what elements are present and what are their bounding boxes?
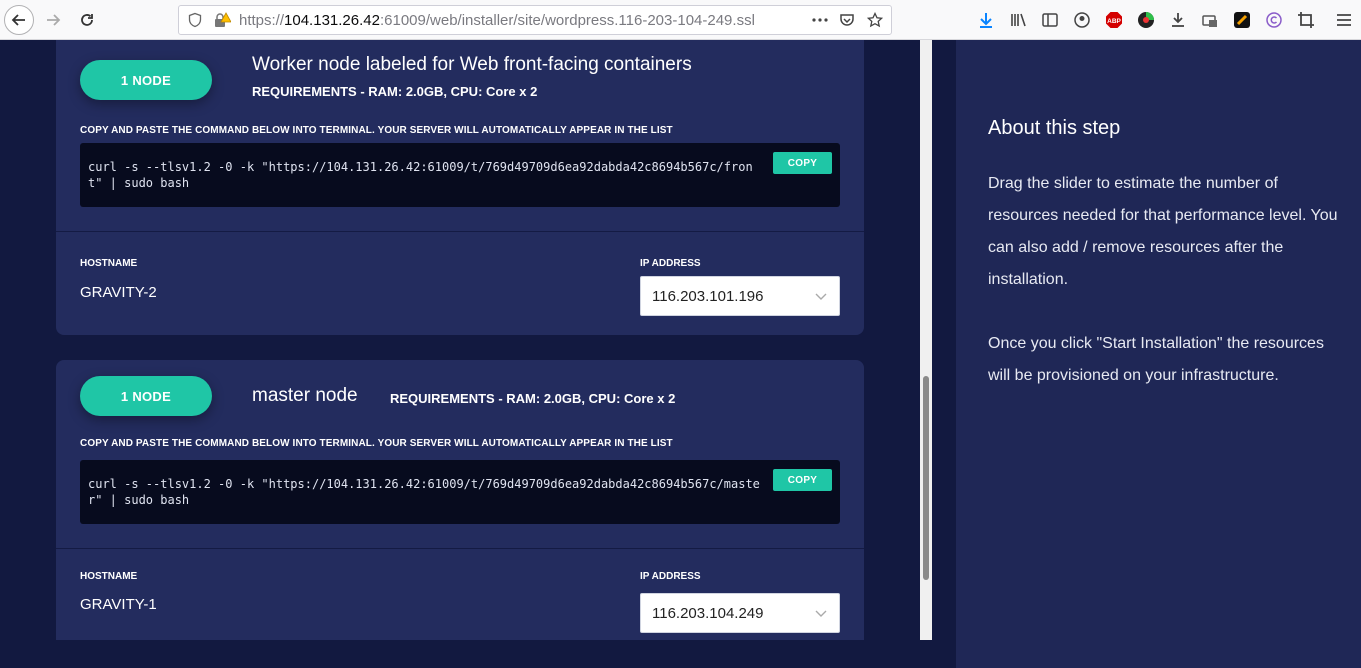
url-bar[interactable]: https://104.131.26.42:61009/web/installe… — [178, 5, 892, 35]
account-icon[interactable] — [1072, 10, 1092, 30]
copyright-icon[interactable] — [1264, 10, 1284, 30]
command-box: curl -s --tlsv1.2 -0 -k "https://104.131… — [80, 143, 840, 207]
downloads-icon[interactable] — [976, 10, 996, 30]
hostname-label: HOSTNAME — [80, 571, 138, 582]
ip-address-value: 116.203.101.196 — [652, 288, 764, 305]
divider — [56, 231, 864, 232]
sidebar-icon[interactable] — [1040, 10, 1060, 30]
hostname-label: HOSTNAME — [80, 258, 138, 269]
ip-address-value: 116.203.104.249 — [652, 605, 764, 622]
hostname-value: GRAVITY-1 — [80, 596, 157, 613]
screenshot-icon[interactable] — [1200, 10, 1220, 30]
forward-arrow-icon — [47, 14, 61, 26]
chevron-down-icon — [815, 293, 827, 300]
command-text[interactable]: curl -s --tlsv1.2 -0 -k "https://104.131… — [88, 476, 760, 508]
scrollbar[interactable] — [920, 40, 932, 640]
hostname-value: GRAVITY-2 — [80, 284, 157, 301]
menu-icon[interactable] — [1334, 10, 1354, 30]
url-text[interactable]: https://104.131.26.42:61009/web/installe… — [239, 12, 775, 30]
adblock-icon[interactable]: ABP — [1104, 10, 1124, 30]
back-button[interactable] — [4, 5, 34, 35]
back-arrow-icon — [11, 14, 25, 26]
node-title: Worker node labeled for Web front-facing… — [252, 54, 692, 75]
node-title: master node — [252, 385, 358, 406]
reload-button[interactable] — [72, 5, 102, 35]
copy-button[interactable]: COPY — [773, 152, 832, 174]
library-icon[interactable] — [1008, 10, 1028, 30]
info-icon[interactable] — [187, 12, 203, 33]
command-text[interactable]: curl -s --tlsv1.2 -0 -k "https://104.131… — [88, 159, 760, 191]
node-card-worker: 1 NODE Worker node labeled for Web front… — [56, 40, 864, 335]
node-requirements: REQUIREMENTS - RAM: 2.0GB, CPU: Core x 2 — [252, 84, 538, 99]
ip-address-select[interactable]: 116.203.104.249 — [640, 593, 840, 633]
about-paragraph-slider: Drag the slider to estimate the number o… — [988, 175, 1338, 288]
node-requirements: REQUIREMENTS - RAM: 2.0GB, CPU: Core x 2 — [390, 391, 676, 406]
forward-button[interactable] — [38, 5, 68, 35]
crop-icon[interactable] — [1296, 10, 1316, 30]
download-tray-icon[interactable] — [1168, 10, 1188, 30]
copy-button[interactable]: COPY — [773, 469, 832, 491]
divider — [56, 548, 864, 549]
browser-toolbar: https://104.131.26.42:61009/web/installe… — [0, 0, 1361, 40]
about-panel: About this step Drag the slider to estim… — [956, 40, 1361, 668]
page-actions-icon[interactable] — [811, 12, 829, 33]
node-count-button[interactable]: 1 NODE — [80, 376, 212, 416]
link-extension-icon[interactable] — [1232, 10, 1252, 30]
main-content: 1 NODE Worker node labeled for Web front… — [0, 40, 920, 640]
about-title: About this step — [988, 117, 1121, 139]
pocket-icon[interactable] — [839, 12, 855, 33]
ip-address-label: IP ADDRESS — [640, 571, 701, 582]
scrollbar-thumb[interactable] — [923, 376, 929, 580]
chevron-down-icon — [815, 610, 827, 617]
command-instructions: COPY AND PASTE THE COMMAND BELOW INTO TE… — [80, 438, 673, 449]
about-paragraph-install: Once you click "Start Installation" the … — [988, 335, 1324, 384]
reload-icon — [81, 14, 93, 26]
ip-address-select[interactable]: 116.203.101.196 — [640, 276, 840, 316]
node-count-button[interactable]: 1 NODE — [80, 60, 212, 100]
node-card-master: 1 NODE master node REQUIREMENTS - RAM: 2… — [56, 360, 864, 640]
bookmark-star-icon[interactable] — [866, 11, 884, 33]
svg-text:ABP: ABP — [1107, 18, 1121, 25]
insecure-lock-icon[interactable] — [213, 12, 232, 33]
extension-circle-icon[interactable] — [1136, 10, 1156, 30]
command-instructions: COPY AND PASTE THE COMMAND BELOW INTO TE… — [80, 125, 673, 136]
command-box: curl -s --tlsv1.2 -0 -k "https://104.131… — [80, 460, 840, 524]
ip-address-label: IP ADDRESS — [640, 258, 701, 269]
